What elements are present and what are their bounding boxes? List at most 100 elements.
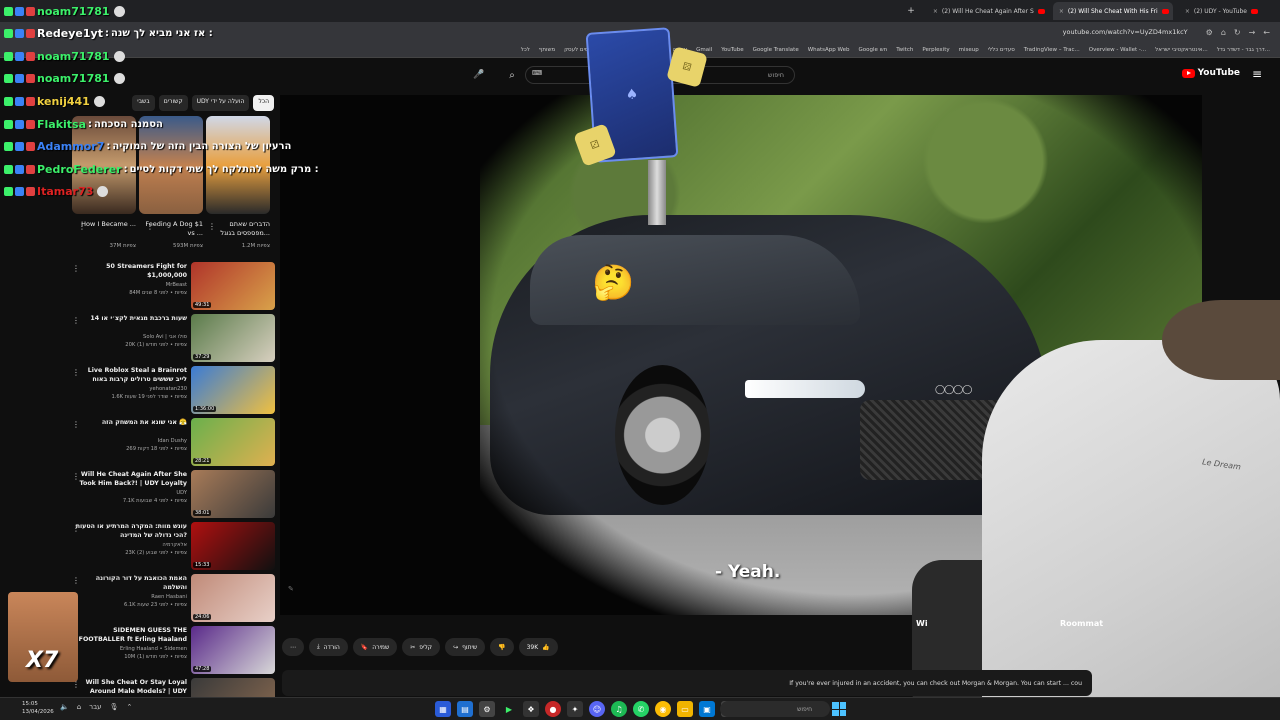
settings-icon[interactable]: ⚙ [1206, 28, 1213, 37]
like-button[interactable]: 39K 👍 [518, 638, 558, 656]
more-options-icon[interactable]: ⋮ [72, 264, 80, 273]
more-options-icon[interactable]: ⋮ [72, 316, 80, 325]
related-video-item[interactable]: 47:28 SIDEMEN GUESS THE FOOTBALLER ft Erl… [70, 626, 275, 676]
video-thumbnail[interactable]: 24:06 [191, 574, 275, 622]
video-thumbnail[interactable]: 1:36:00 [191, 366, 275, 414]
app-icon-1[interactable]: ▦ [435, 701, 451, 717]
bookmark-item[interactable]: אינטראקטיבי ישראל... [1155, 47, 1208, 53]
bookmark-item[interactable]: משותף [539, 47, 555, 53]
video-title[interactable]: 14 שעות ברכבת מגאית לקצ׳י או [75, 315, 187, 324]
dislike-button[interactable]: 👎 [490, 638, 514, 656]
bookmark-item[interactable]: Google חש [859, 47, 888, 53]
volume-icon[interactable]: 🔈 [60, 703, 69, 711]
related-video-item[interactable]: 28:21 אני שונא את המשחק הזה 😤 Idan Dushy 26… [70, 418, 275, 468]
bookmark-item[interactable]: דרך גבר - דשדר גדל... [1217, 47, 1270, 53]
more-options-icon[interactable]: ⋮ [72, 576, 80, 585]
chat-username[interactable]: noam71781 [37, 50, 110, 63]
bookmark-item[interactable]: YouTube [721, 47, 743, 53]
chat-username[interactable]: Itamar73 [37, 185, 93, 198]
bookmark-item[interactable]: TradingView – Trac... [1024, 47, 1080, 53]
app-icon-5[interactable]: ❖ [523, 701, 539, 717]
whatsapp-icon[interactable]: ✆ [633, 701, 649, 717]
video-thumbnail[interactable]: 15:33 [191, 522, 275, 570]
mic-icon[interactable]: 🎤 [470, 66, 488, 84]
related-video-item[interactable]: 15:33 עונש מוות: המקרה המרתיע או הטעות הכ… [70, 522, 275, 572]
close-tab-icon[interactable]: × [1185, 8, 1190, 15]
video-description[interactable]: If you're ever injured in an accident, y… [282, 670, 1092, 696]
more-actions-button[interactable]: ⋯ [282, 638, 304, 656]
chrome-icon[interactable]: ◉ [655, 701, 671, 717]
bookmark-item[interactable]: miseup [959, 47, 979, 53]
app-icon-7[interactable]: ✦ [567, 701, 583, 717]
windows-start-icon[interactable] [832, 702, 846, 716]
search-icon[interactable]: ⌕ [500, 66, 524, 84]
video-channel[interactable]: Idan Dushy [75, 438, 187, 444]
app-icon-2[interactable]: ▤ [457, 701, 473, 717]
new-tab-button[interactable]: + [907, 6, 915, 16]
network-icon[interactable]: ⌂ [77, 703, 81, 711]
video-title[interactable]: Live Roblox Steal a Brainrot לייב שששים … [75, 367, 187, 384]
more-options-icon[interactable]: ⋮ [208, 222, 216, 231]
bookmark-item[interactable]: Twitch [896, 47, 913, 53]
video-title[interactable]: עונש מוות: המקרה המרתיע או הטעות הכי גדו… [75, 523, 187, 540]
video-title[interactable]: 50 Streamers Fight for $1,000,000 [75, 263, 187, 280]
related-video-item[interactable]: 24:06 האמת הכואבת על דור הקורונה והשלמה Ra… [70, 574, 275, 624]
chat-username[interactable]: kenij441 [37, 95, 90, 108]
end-card-label-left[interactable]: Wi [916, 619, 928, 628]
video-title[interactable]: Will He Cheat Again After She Took Him B… [75, 471, 187, 488]
url-field[interactable]: youtube.com/watch?v=UyZD4mx1kcY [1063, 28, 1188, 36]
bookmark-item[interactable]: סעדים כללי [988, 47, 1015, 53]
related-video-item[interactable]: 49:31 50 Streamers Fight for $1,000,000 Mr… [70, 262, 275, 312]
bookmark-item[interactable]: Overview - Wallet -... [1089, 47, 1146, 53]
browser-tab-1[interactable]: × (2) Will She Cheat With His Fri [1052, 2, 1173, 20]
video-channel[interactable]: Raen Hasbani [75, 594, 187, 600]
video-title[interactable]: Will She Cheat Or Stay Loyal Around Male… [75, 679, 187, 696]
chat-username[interactable]: Flakitsa [37, 118, 86, 131]
bookmark-item[interactable]: WhatsApp Web [808, 47, 850, 53]
youtube-logo[interactable]: YouTube [1181, 68, 1240, 78]
more-options-icon[interactable]: ⋮ [72, 420, 80, 429]
more-options-icon[interactable]: ⋮ [72, 472, 80, 481]
forward-icon[interactable]: → [1249, 28, 1256, 37]
bookmark-item[interactable]: לכל [521, 47, 530, 53]
chat-username[interactable]: PedroFederer [37, 163, 122, 176]
settings-app-icon[interactable]: ⚙ [479, 701, 495, 717]
language-indicator[interactable]: עבר [89, 703, 101, 711]
video-title[interactable]: האמת הכואבת על דור הקורונה והשלמה [75, 575, 187, 592]
browser-tab-2[interactable]: × (2) UDY - YouTube [1179, 2, 1264, 20]
video-thumbnail[interactable]: 37:29 [191, 314, 275, 362]
end-card-label-right[interactable]: Roommat [1060, 619, 1103, 628]
chat-username[interactable]: noam71781 [37, 72, 110, 85]
video-title[interactable]: אני שונא את המשחק הזה 😤 [75, 419, 187, 428]
more-options-icon[interactable]: ⋮ [72, 524, 80, 533]
record-app-icon[interactable]: ● [545, 701, 561, 717]
home-icon[interactable]: ⌂ [1221, 28, 1226, 37]
more-options-icon[interactable]: ⋮ [146, 222, 154, 231]
video-channel[interactable]: Erling Haaland • Sidemen [75, 646, 187, 652]
file-explorer-icon[interactable]: ▭ [677, 701, 693, 717]
video-thumbnail[interactable]: 38:01 [191, 470, 275, 518]
video-channel[interactable]: MrBeast [75, 282, 187, 288]
spotify-icon[interactable]: ♫ [611, 701, 627, 717]
taskbar-search-input[interactable]: חיפוש [720, 701, 830, 717]
video-channel[interactable]: אלאקרמיה [75, 542, 187, 548]
related-video-item[interactable]: 1:36:00 Live Roblox Steal a Brainrot לייב… [70, 366, 275, 416]
more-options-icon[interactable]: ⋮ [72, 368, 80, 377]
mic-tray-icon[interactable]: 🎙 [110, 703, 119, 711]
clip-button[interactable]: ✂ קליפ [402, 638, 441, 656]
store-icon[interactable]: ▣ [699, 701, 715, 717]
back-icon[interactable]: ← [1263, 28, 1270, 37]
chevron-up-icon[interactable]: ⌃ [126, 703, 132, 711]
save-button[interactable]: 🔖 שמירה [352, 638, 398, 656]
video-channel[interactable]: Solo Avi | סולו אבי [75, 334, 187, 340]
keyboard-icon[interactable]: ⌨ [532, 69, 542, 77]
related-video-item[interactable]: 37:29 14 שעות ברכבת מגאית לקצ׳י או Solo Av… [70, 314, 275, 364]
video-channel[interactable]: UDY [75, 490, 187, 496]
video-thumbnail[interactable]: 49:31 [191, 262, 275, 310]
bookmark-item[interactable]: Perplexity [922, 47, 949, 53]
video-thumbnail[interactable]: 47:28 [191, 626, 275, 674]
hamburger-menu-icon[interactable]: ≡ [1252, 67, 1262, 81]
chat-username[interactable]: Redeye1yt [37, 27, 103, 40]
video-title[interactable]: SIDEMEN GUESS THE FOOTBALLER ft Erling H… [75, 627, 187, 644]
more-options-icon[interactable]: ⋮ [78, 222, 86, 231]
